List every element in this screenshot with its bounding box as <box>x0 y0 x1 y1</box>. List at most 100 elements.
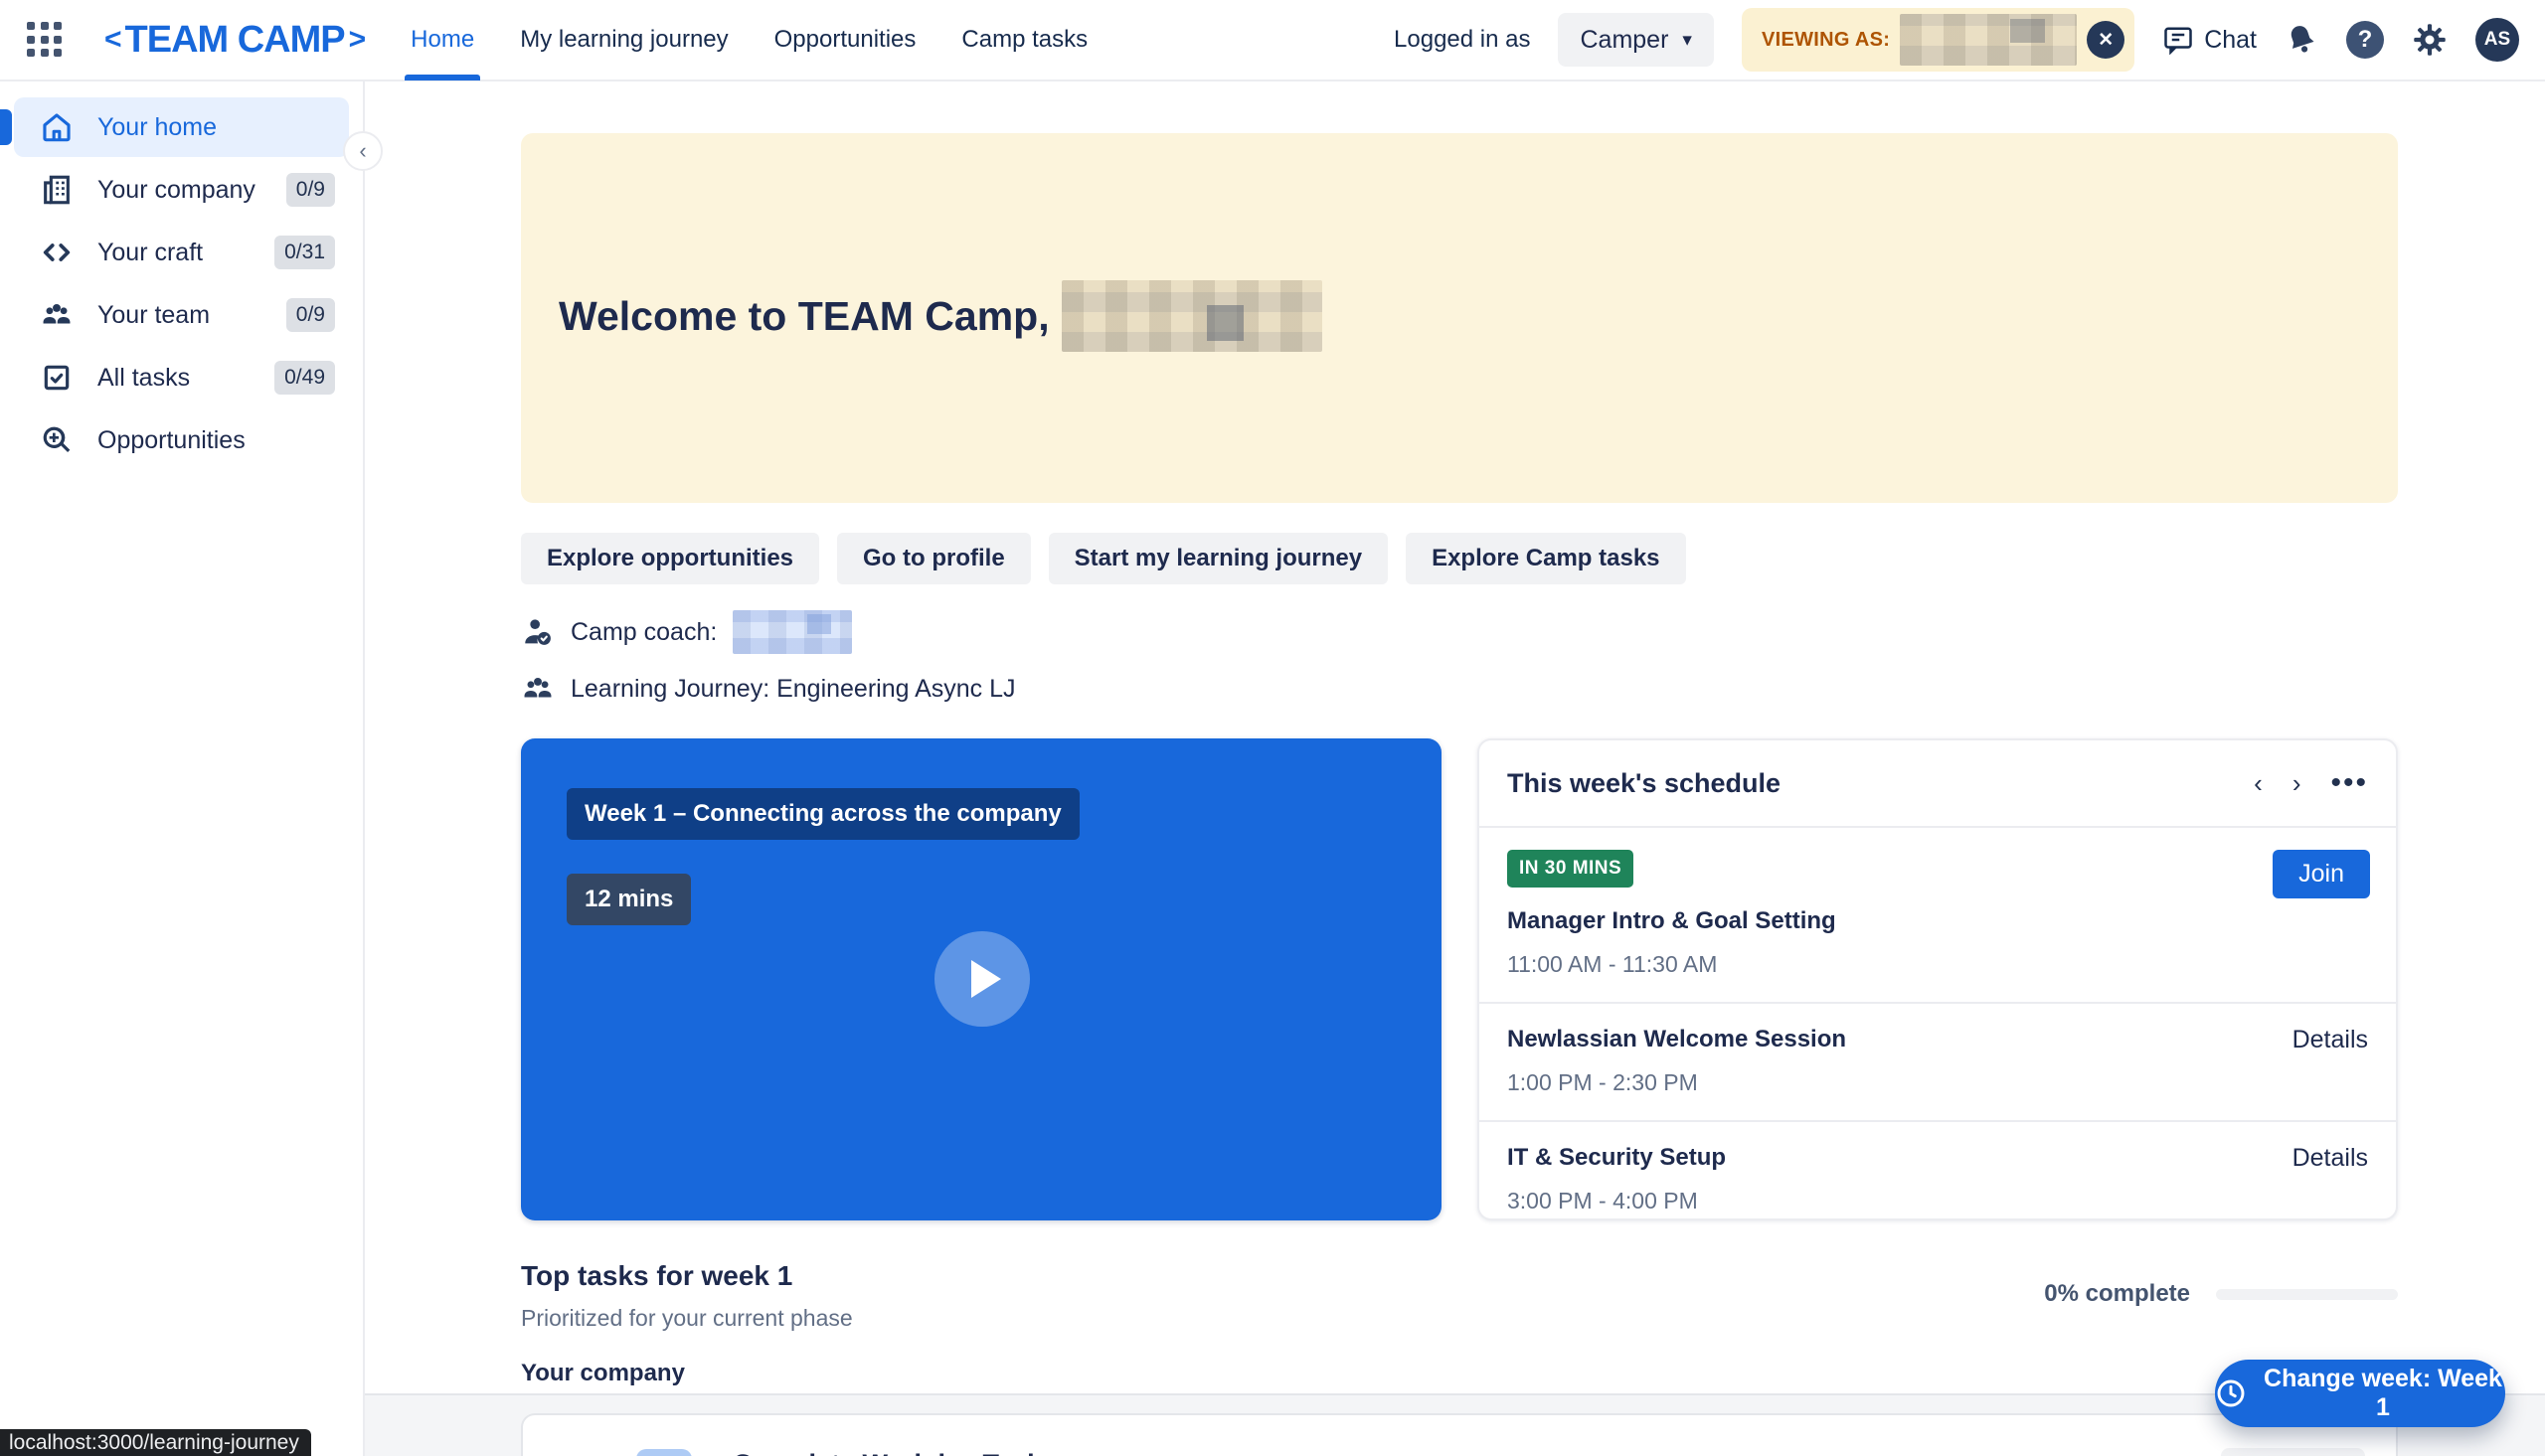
nav-item-opportunities[interactable]: Opportunities <box>774 0 917 81</box>
schedule-title: This week's schedule <box>1507 768 1781 799</box>
viewing-as-banner: VIEWING AS: ✕ <box>1742 8 2134 72</box>
home-icon <box>40 110 74 144</box>
details-link[interactable]: Details <box>2292 1026 2368 1054</box>
sidebar-count-badge: 0/49 <box>274 361 335 395</box>
search-plus-icon <box>40 424 74 456</box>
video-duration-badge: 12 mins <box>567 874 691 925</box>
schedule-controls: ‹ › ••• <box>2254 766 2368 800</box>
main-content: Welcome to TEAM Camp, Explore opportunit… <box>365 81 2545 1456</box>
explore-opportunities-button[interactable]: Explore opportunities <box>521 533 819 584</box>
redacted-coach-name <box>733 610 852 654</box>
sidebar-item-label: Opportunities <box>97 426 246 455</box>
chevron-down-icon: ▾ <box>1682 29 1692 52</box>
sidebar-item-label: Your team <box>97 301 210 330</box>
team-camp-logo[interactable]: < TEAM CAMP > <box>100 19 369 62</box>
sidebar-item-your-craft[interactable]: Your craft 0/31 <box>14 223 349 282</box>
sidebar-item-label: Your home <box>97 113 217 142</box>
logged-in-as-label: Logged in as <box>1394 26 1530 54</box>
sidebar-item-label: Your craft <box>97 239 203 267</box>
checkbox-icon <box>40 362 74 394</box>
event-title: Manager Intro & Goal Setting <box>1507 907 2368 935</box>
logo-text: TEAM CAMP <box>125 19 345 62</box>
nav-item-home[interactable]: Home <box>411 0 474 81</box>
code-icon <box>40 236 74 269</box>
help-icon[interactable]: ? <box>2346 21 2384 59</box>
clock-icon <box>2215 1377 2247 1409</box>
sidebar-item-your-team[interactable]: Your team 0/9 <box>14 285 349 345</box>
sidebar-collapse-button[interactable]: ‹ <box>343 131 383 171</box>
progress-label: 0% complete <box>2044 1280 2190 1308</box>
task-action-placeholder <box>2221 1448 2365 1456</box>
settings-gear-icon[interactable] <box>2412 22 2448 58</box>
logo-right-bracket: > <box>349 23 366 57</box>
redacted-user-name <box>1062 280 1322 352</box>
sidebar-item-your-company[interactable]: Your company 0/9 <box>14 160 349 220</box>
sidebar-item-label: Your company <box>97 176 255 205</box>
week-title-badge: Week 1 – Connecting across the company <box>567 788 1080 840</box>
change-week-label: Change week: Week 1 <box>2261 1365 2505 1422</box>
prev-week-icon[interactable]: ‹ <box>2254 768 2263 799</box>
starts-soon-badge: IN 30 MINS <box>1507 850 1633 888</box>
logo-left-bracket: < <box>104 23 121 57</box>
cards-row: Week 1 – Connecting across the company 1… <box>521 738 2398 1220</box>
notifications-bell-icon[interactable] <box>2285 23 2318 57</box>
sidebar: Your home Your company 0/9 <box>0 81 365 1456</box>
people-icon <box>40 298 74 332</box>
welcome-title-row: Welcome to TEAM Camp, <box>559 280 1322 352</box>
people-group-icon <box>521 672 555 706</box>
user-avatar[interactable]: AS <box>2475 18 2519 62</box>
nav-item-camp-tasks[interactable]: Camp tasks <box>961 0 1088 81</box>
next-week-icon[interactable]: › <box>2292 768 2301 799</box>
close-icon[interactable]: ✕ <box>2087 21 2124 59</box>
schedule-event-row: IT & Security Setup Details 3:00 PM - 4:… <box>1479 1122 2396 1220</box>
weekly-schedule-card: This week's schedule ‹ › ••• IN 30 MINS … <box>1477 738 2398 1220</box>
start-learning-journey-button[interactable]: Start my learning journey <box>1049 533 1388 584</box>
welcome-banner: Welcome to TEAM Camp, <box>521 133 2398 503</box>
role-selector-dropdown[interactable]: Camper ▾ <box>1558 13 1713 67</box>
event-time: 3:00 PM - 4:00 PM <box>1507 1188 2368 1214</box>
chat-button[interactable]: Chat <box>2162 25 2257 55</box>
task-checkbox[interactable] <box>636 1449 692 1456</box>
active-indicator <box>0 109 12 145</box>
top-navbar: < TEAM CAMP > Home My learning journey O… <box>0 0 2545 81</box>
camp-coach-line: Camp coach: <box>521 610 2398 654</box>
welcome-title: Welcome to TEAM Camp, <box>559 293 1050 340</box>
person-check-icon <box>521 615 555 649</box>
sidebar-nav-list: Your home Your company 0/9 <box>0 81 363 470</box>
event-time: 1:00 PM - 2:30 PM <box>1507 1069 2368 1096</box>
event-title: IT & Security Setup <box>1507 1144 2368 1172</box>
schedule-event-row: Newlassian Welcome Session Details 1:00 … <box>1479 1004 2396 1122</box>
app-window: < TEAM CAMP > Home My learning journey O… <box>0 0 2545 1456</box>
learning-journey-label: Learning Journey: Engineering Async LJ <box>571 675 1016 704</box>
top-tasks-subtitle: Prioritized for your current phase <box>521 1305 2398 1332</box>
play-icon <box>971 960 1001 998</box>
sidebar-item-opportunities[interactable]: Opportunities <box>14 410 349 470</box>
role-selector-value: Camper <box>1580 26 1668 55</box>
chat-icon <box>2162 25 2194 55</box>
app-switcher-icon[interactable] <box>27 22 63 58</box>
sidebar-item-your-home[interactable]: Your home <box>14 97 349 157</box>
details-link[interactable]: Details <box>2292 1144 2368 1173</box>
sidebar-item-label: All tasks <box>97 364 190 393</box>
join-button[interactable]: Join <box>2273 850 2370 898</box>
play-button[interactable] <box>934 931 1030 1027</box>
event-title: Newlassian Welcome Session <box>1507 1026 2368 1053</box>
event-time: 11:00 AM - 11:30 AM <box>1507 951 2368 978</box>
more-options-icon[interactable]: ••• <box>2330 766 2368 800</box>
sidebar-count-badge: 0/31 <box>274 236 335 269</box>
quick-actions-row: Explore opportunities Go to profile Star… <box>521 533 2398 584</box>
progress-bar <box>2216 1289 2398 1300</box>
week-video-card[interactable]: Week 1 – Connecting across the company 1… <box>521 738 1442 1220</box>
learning-journey-line: Learning Journey: Engineering Async LJ <box>521 672 2398 706</box>
nav-item-learning-journey[interactable]: My learning journey <box>520 0 728 81</box>
building-icon <box>40 173 74 207</box>
sidebar-count-badge: 0/9 <box>286 173 335 207</box>
top-tasks-header: Top tasks for week 1 Prioritized for you… <box>521 1260 2398 1332</box>
sidebar-item-all-tasks[interactable]: All tasks 0/49 <box>14 348 349 407</box>
explore-camp-tasks-button[interactable]: Explore Camp tasks <box>1406 533 1685 584</box>
task-card[interactable]: Complete Workday Tasks <box>521 1413 2398 1456</box>
primary-nav: Home My learning journey Opportunities C… <box>411 0 1088 81</box>
change-week-button[interactable]: Change week: Week 1 <box>2215 1360 2505 1427</box>
schedule-header: This week's schedule ‹ › ••• <box>1479 740 2396 828</box>
go-to-profile-button[interactable]: Go to profile <box>837 533 1031 584</box>
